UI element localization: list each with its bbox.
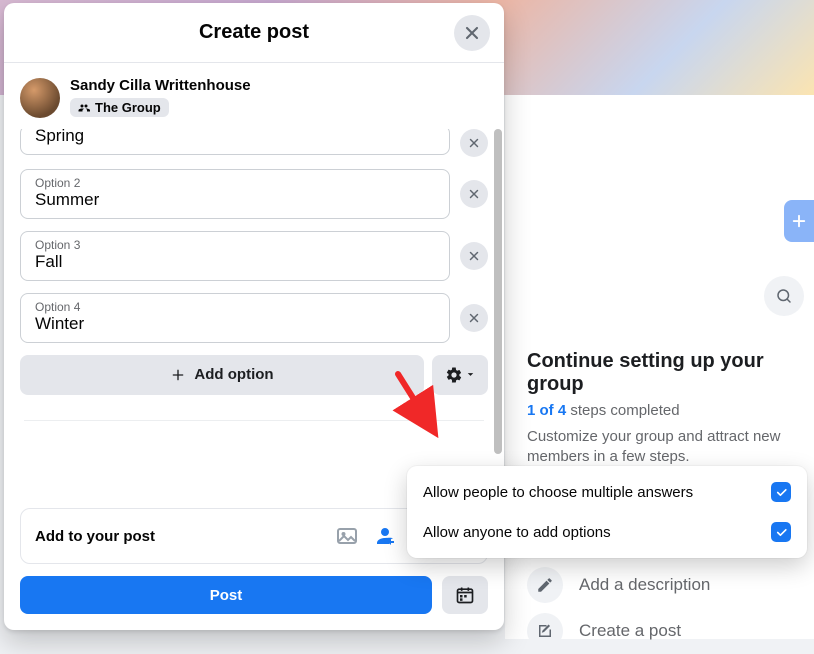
poll-settings-popover: Allow people to choose multiple answers … (407, 466, 807, 558)
group-icon (78, 102, 90, 114)
poll-options: Option 2 Option 3 Option 4 (20, 129, 488, 343)
modal-title: Create post (199, 21, 309, 44)
setup-item-add-description[interactable]: Add a description (527, 562, 814, 608)
compose-icon (527, 613, 563, 649)
scrollbar[interactable] (494, 129, 502, 454)
plus-icon (170, 367, 186, 383)
poll-option-box[interactable]: Option 2 (20, 169, 450, 219)
author-row: Sandy Cilla Writtenhouse The Group (4, 63, 504, 129)
setup-title: Continue setting up your group (527, 350, 810, 396)
poll-option-row: Option 2 (20, 169, 488, 219)
poll-option-label: Option 2 (35, 176, 435, 190)
checkbox-checked[interactable] (771, 522, 791, 542)
poll-option-row: Option 4 (20, 293, 488, 343)
setup-item-label: Add a description (579, 575, 710, 595)
avatar[interactable] (20, 78, 60, 118)
poll-option-label: Option 4 (35, 300, 435, 314)
close-icon (467, 311, 481, 325)
post-button[interactable]: Post (20, 576, 432, 614)
calendar-icon (455, 585, 475, 605)
audience-chip[interactable]: The Group (70, 98, 169, 117)
poll-option-input[interactable] (35, 129, 435, 146)
new-button[interactable] (784, 200, 814, 242)
checkbox-checked[interactable] (771, 482, 791, 502)
close-icon (462, 23, 482, 43)
add-option-label: Add option (194, 366, 273, 383)
poll-option-input[interactable] (35, 252, 435, 272)
setup-card: Continue setting up your group 1 of 4 st… (527, 350, 814, 468)
poll-option-box[interactable] (20, 129, 450, 155)
photo-video-button[interactable] (335, 524, 359, 548)
add-option-button[interactable]: Add option (20, 355, 424, 395)
remove-option-button[interactable] (460, 304, 488, 332)
close-icon (467, 249, 481, 263)
poll-option-input[interactable] (35, 190, 435, 210)
popover-item-label: Allow anyone to add options (423, 524, 611, 541)
close-icon (467, 136, 481, 150)
post-button-label: Post (210, 587, 243, 604)
check-icon (775, 526, 788, 539)
close-button[interactable] (454, 15, 490, 51)
modal-scroll-area[interactable]: Option 2 Option 3 Option 4 (4, 129, 504, 493)
author-name: Sandy Cilla Writtenhouse (70, 77, 251, 94)
setup-item-create-post[interactable]: Create a post (527, 608, 814, 654)
setup-item-label: Create a post (579, 621, 681, 641)
poll-option-row (20, 129, 488, 157)
popover-item-label: Allow people to choose multiple answers (423, 484, 693, 501)
tag-people-button[interactable] (373, 524, 397, 548)
pencil-icon (527, 567, 563, 603)
poll-option-box[interactable]: Option 3 (20, 231, 450, 281)
popover-item-multiple-answers[interactable]: Allow people to choose multiple answers (407, 472, 807, 512)
add-to-post-label: Add to your post (35, 528, 155, 545)
remove-option-button[interactable] (460, 129, 488, 157)
audience-label: The Group (95, 100, 161, 115)
tag-people-icon (373, 524, 397, 548)
poll-settings-button[interactable] (432, 355, 488, 395)
setup-description: Customize your group and attract new mem… (527, 427, 810, 468)
setup-steps: 1 of 4 steps completed (527, 402, 810, 419)
search-icon (775, 287, 793, 305)
remove-option-button[interactable] (460, 242, 488, 270)
check-icon (775, 486, 788, 499)
close-icon (467, 187, 481, 201)
steps-completed-label: steps completed (566, 402, 679, 419)
schedule-button[interactable] (442, 576, 488, 614)
popover-item-anyone-add-options[interactable]: Allow anyone to add options (407, 512, 807, 552)
steps-completed-count: 1 of 4 (527, 402, 566, 419)
gear-icon (445, 366, 463, 384)
plus-icon (790, 212, 808, 230)
modal-header: Create post (4, 3, 504, 63)
poll-option-box[interactable]: Option 4 (20, 293, 450, 343)
poll-option-row: Option 3 (20, 231, 488, 281)
poll-option-input[interactable] (35, 314, 435, 334)
remove-option-button[interactable] (460, 180, 488, 208)
section-divider (24, 403, 484, 421)
search-button[interactable] (764, 276, 804, 316)
caret-down-icon (465, 369, 476, 380)
gallery-icon (335, 524, 359, 548)
poll-option-label: Option 3 (35, 238, 435, 252)
